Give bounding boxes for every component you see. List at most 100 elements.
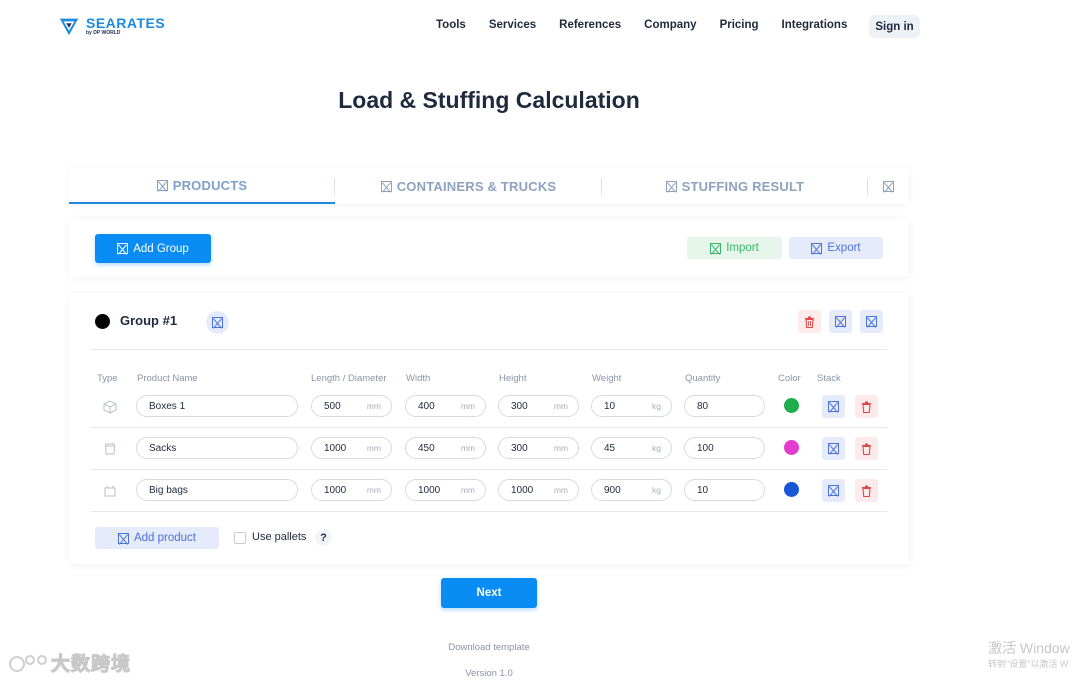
group-card: Group #1 Type Product Name Length / Diam…	[69, 293, 909, 564]
settings-icon	[883, 180, 894, 192]
weight-field[interactable]: 45 kg	[591, 437, 672, 459]
weight-field[interactable]: 10 kg	[591, 395, 672, 417]
product-name-field[interactable]: Boxes 1	[136, 395, 298, 417]
trash-icon	[805, 316, 814, 328]
export-label: Export	[827, 242, 861, 254]
col-quantity: Quantity	[685, 373, 721, 384]
length-unit: mm	[366, 485, 381, 495]
length-unit: mm	[366, 401, 381, 411]
tab-containers-trucks[interactable]: CONTAINERS & TRUCKS	[335, 168, 602, 204]
height-field[interactable]: 1000 mm	[498, 479, 579, 501]
color-picker[interactable]	[784, 482, 799, 497]
quantity-value: 100	[697, 442, 714, 454]
searates-logo-icon	[59, 18, 79, 36]
nav-item-references[interactable]: References	[559, 19, 621, 31]
products-icon	[156, 179, 168, 191]
tab-products[interactable]: PRODUCTS	[69, 168, 335, 204]
color-picker[interactable]	[784, 398, 799, 413]
nav-item-pricing[interactable]: Pricing	[720, 19, 759, 31]
width-field[interactable]: 400 mm	[405, 395, 486, 417]
stack-toggle[interactable]	[822, 395, 845, 418]
box-icon[interactable]	[103, 400, 117, 414]
brand-name: SEARATES	[86, 15, 166, 31]
use-pallets-label[interactable]: Use pallets	[252, 531, 306, 543]
export-button[interactable]: Export	[789, 237, 883, 259]
bigbag-icon[interactable]	[103, 484, 117, 498]
color-picker[interactable]	[784, 440, 799, 455]
delete-product-button[interactable]	[855, 437, 878, 460]
activate-windows-title: 激活 Window	[988, 640, 1070, 656]
quantity-field[interactable]: 10	[684, 479, 765, 501]
col-type: Type	[97, 373, 118, 384]
stack-toggle[interactable]	[822, 437, 845, 460]
width-field[interactable]: 450 mm	[405, 437, 486, 459]
width-value: 450	[418, 442, 435, 454]
col-width: Width	[406, 373, 431, 384]
sack-icon[interactable]	[103, 442, 117, 456]
download-template-link[interactable]: Download template	[0, 642, 978, 653]
watermark-text: 大数跨境	[50, 654, 132, 676]
delete-group-button[interactable]	[798, 310, 821, 333]
next-button[interactable]: Next	[441, 578, 537, 608]
stack-icon	[828, 401, 839, 412]
width-unit: mm	[460, 401, 475, 411]
group-name: Group #1	[120, 313, 178, 328]
help-icon[interactable]: ?	[315, 529, 332, 546]
col-color: Color	[778, 373, 801, 384]
col-weight: Weight	[592, 373, 622, 384]
delete-product-button[interactable]	[855, 479, 878, 502]
height-value: 300	[511, 442, 528, 454]
nav-item-company[interactable]: Company	[644, 19, 696, 31]
group-toolbar: Add Group Import Export	[69, 219, 909, 277]
stack-toggle[interactable]	[822, 479, 845, 502]
quantity-value: 80	[697, 400, 709, 412]
quantity-field[interactable]: 100	[684, 437, 765, 459]
col-length: Length / Diameter	[311, 373, 387, 384]
table-row: Big bags 1000 mm 1000 mm 1000 mm 900 kg …	[91, 472, 887, 514]
tab-extra[interactable]	[868, 168, 909, 204]
nav-item-tools[interactable]: Tools	[436, 19, 466, 31]
add-group-button[interactable]: Add Group	[95, 234, 211, 263]
col-stack: Stack	[817, 373, 841, 384]
watermark-logo: 大数跨境	[8, 649, 131, 676]
tab-bar: PRODUCTS CONTAINERS & TRUCKS STUFFING RE…	[69, 168, 909, 204]
product-name-field[interactable]: Sacks	[136, 437, 298, 459]
brand-sub: by DP WORLD	[86, 30, 121, 36]
add-product-label: Add product	[133, 532, 196, 544]
length-field[interactable]: 1000 mm	[311, 437, 392, 459]
group-color-dot[interactable]	[95, 314, 110, 329]
edit-group-button[interactable]	[206, 311, 229, 334]
add-group-icon	[117, 243, 129, 254]
add-product-button[interactable]: Add product	[95, 527, 219, 549]
main-nav: Tools Services References Company Pricin…	[436, 19, 870, 31]
height-field[interactable]: 300 mm	[498, 395, 579, 417]
export-icon	[811, 242, 823, 254]
sign-in-button[interactable]: Sign in	[869, 15, 920, 38]
width-field[interactable]: 1000 mm	[405, 479, 486, 501]
nav-item-services[interactable]: Services	[489, 19, 536, 31]
copy-group-button[interactable]	[829, 310, 852, 333]
copy-icon	[835, 316, 846, 327]
height-value: 300	[511, 400, 528, 412]
nav-item-integrations[interactable]: Integrations	[782, 19, 848, 31]
collapse-group-button[interactable]	[860, 310, 883, 333]
width-value: 400	[418, 400, 435, 412]
trash-icon	[862, 443, 871, 455]
import-button[interactable]: Import	[687, 237, 782, 259]
weight-value: 10	[604, 400, 616, 412]
length-field[interactable]: 500 mm	[311, 395, 392, 417]
length-value: 1000	[324, 484, 347, 496]
width-value: 1000	[418, 484, 441, 496]
height-unit: mm	[553, 443, 568, 453]
delete-product-button[interactable]	[855, 395, 878, 418]
weight-field[interactable]: 900 kg	[591, 479, 672, 501]
length-field[interactable]: 1000 mm	[311, 479, 392, 501]
quantity-field[interactable]: 80	[684, 395, 765, 417]
searates-logo[interactable]: SEARATES by DP WORLD	[58, 15, 165, 37]
height-field[interactable]: 300 mm	[498, 437, 579, 459]
use-pallets-checkbox[interactable]	[234, 532, 246, 544]
product-name-field[interactable]: Big bags	[136, 479, 298, 501]
row-divider	[91, 427, 887, 428]
weight-value: 45	[604, 442, 616, 454]
tab-stuffing-result[interactable]: STUFFING RESULT	[602, 168, 868, 204]
